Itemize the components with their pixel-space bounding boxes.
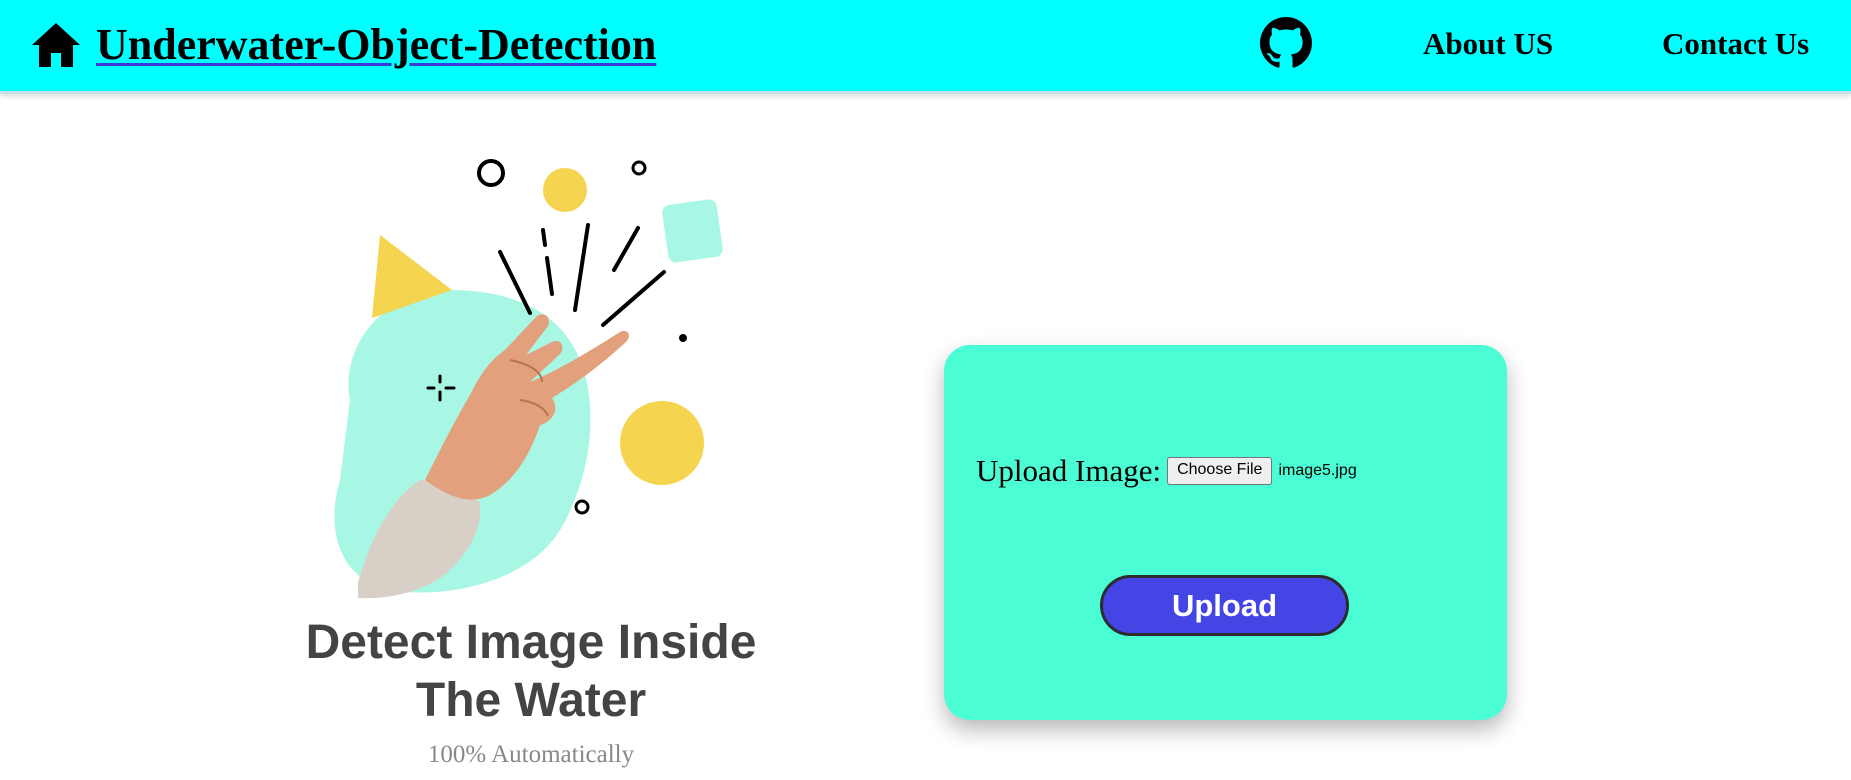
site-title[interactable]: Underwater-Object-Detection xyxy=(96,18,656,72)
outline-circle-3 xyxy=(574,499,590,515)
outline-circle-1 xyxy=(477,159,505,187)
hero-title: Detect Image Inside The Water xyxy=(200,614,862,730)
selected-file-name: image5.jpg xyxy=(1278,462,1357,479)
hero-subtitle: 100% Automatically xyxy=(427,741,635,768)
choose-file-button[interactable]: Choose File xyxy=(1167,457,1273,485)
github-icon[interactable] xyxy=(1260,17,1312,69)
navbar: Underwater-Object-Detection About US Con… xyxy=(0,0,1851,94)
nav-contact-us[interactable]: Contact Us xyxy=(1662,24,1809,64)
upload-row: Upload Image: Choose File image5.jpg xyxy=(976,451,1357,491)
upload-button[interactable]: Upload xyxy=(1100,575,1349,636)
outline-circle-2 xyxy=(631,160,647,176)
home-icon[interactable] xyxy=(30,21,82,69)
upload-image-label: Upload Image: xyxy=(976,453,1162,488)
snapping-hand-illustration xyxy=(334,159,723,599)
nav-about-us[interactable]: About US xyxy=(1423,24,1553,64)
hero-title-line-2: The Water xyxy=(415,674,647,727)
upload-card: Upload Image: Choose File image5.jpg Upl… xyxy=(944,345,1507,720)
home-link[interactable]: Underwater-Object-Detection xyxy=(30,18,656,72)
yellow-dot-small xyxy=(543,168,587,212)
black-dot xyxy=(679,334,687,342)
hero-title-line-1: Detect Image Inside xyxy=(305,616,757,669)
yellow-dot-large xyxy=(620,401,704,485)
mint-square-shape xyxy=(662,199,723,263)
